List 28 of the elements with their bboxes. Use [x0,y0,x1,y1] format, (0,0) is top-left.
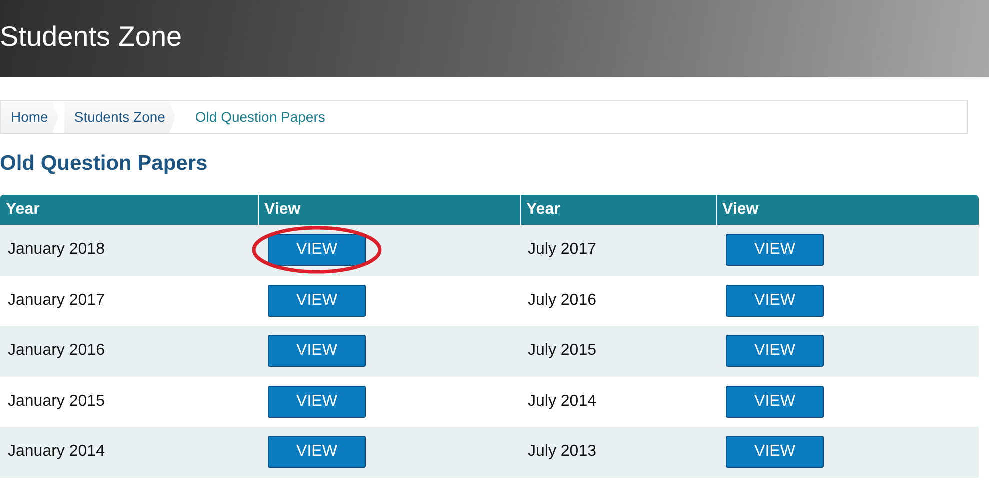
view-button[interactable]: VIEW [268,335,366,368]
table-cell: January 2018 [0,225,258,276]
column-header: View [716,195,979,225]
view-button[interactable]: VIEW [726,335,824,368]
breadcrumb-link[interactable]: Students Zone [64,101,176,133]
view-button[interactable]: VIEW [268,284,366,317]
column-header: Year [0,195,258,225]
table-cell: July 2014 [520,376,716,427]
column-header: View [258,195,520,225]
table-cell: January 2015 [0,376,258,427]
view-button[interactable]: VIEW [268,386,366,418]
view-button[interactable]: VIEW [726,386,824,418]
table-cell: January 2017 [0,276,258,326]
breadcrumb-link[interactable]: Home [1,101,58,133]
view-button[interactable]: VIEW [726,284,824,317]
banner-title: Students Zone [0,20,182,52]
table-cell: January 2016 [0,326,258,376]
column-header: Year [520,195,716,225]
view-button[interactable]: VIEW [268,234,366,266]
view-button[interactable]: VIEW [268,436,366,468]
table-cell: July 2016 [520,276,716,326]
table-cell: July 2017 [520,225,716,276]
table-cell: January 2014 [0,427,258,478]
view-button[interactable]: VIEW [726,436,824,468]
page-heading: Old Question Papers [0,152,209,176]
view-button[interactable]: VIEW [726,234,824,266]
table-cell: July 2015 [520,326,716,376]
table-cell: July 2013 [520,427,716,478]
